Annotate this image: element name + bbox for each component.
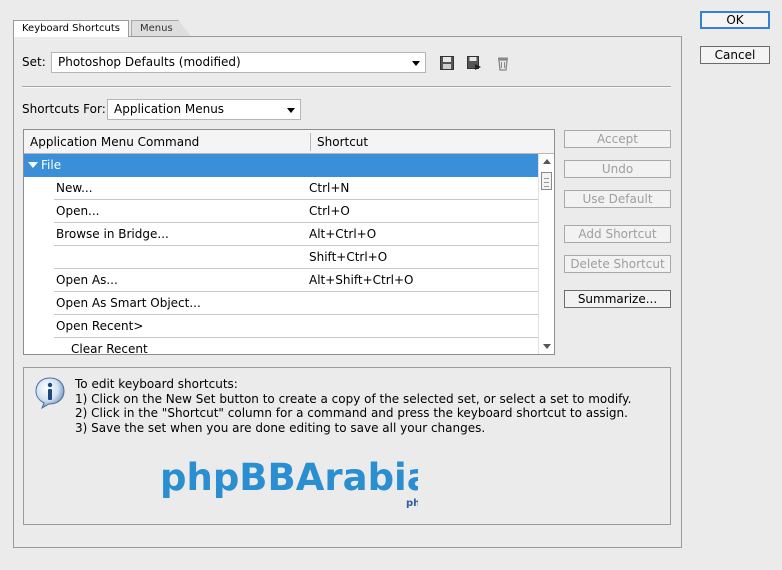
scroll-up-arrow-icon[interactable] [543,159,551,164]
tab-keyboard-shortcuts[interactable]: Keyboard Shortcuts [13,20,129,37]
set-value: Photoshop Defaults (modified) [58,55,241,69]
set-dropdown[interactable]: Photoshop Defaults (modified) [51,52,426,73]
info-icon [35,377,65,410]
undo-button[interactable]: Undo [564,160,671,178]
cancel-button[interactable]: Cancel [700,46,770,64]
column-divider [310,133,311,151]
shortcuts-table: Application Menu Command Shortcut File N… [23,129,555,355]
delete-icon[interactable] [495,55,511,71]
table-row[interactable]: Open As Smart Object... [24,292,538,315]
command-cell: Open Recent> [56,319,144,333]
watermark-tagline: الدعم العربي لمنتديات phpBB [406,498,418,508]
divider [22,86,671,88]
instructions-step-1: 1) Click on the New Set button to create… [75,391,632,406]
shortcuts-for-label: Shortcuts For: [22,102,106,116]
add-shortcut-button[interactable]: Add Shortcut [564,225,671,243]
command-cell: Open As Smart Object... [56,296,201,310]
table-row[interactable]: Clear Recent [24,338,538,355]
chevron-down-icon [412,61,420,66]
column-header-shortcut[interactable]: Shortcut [317,130,368,154]
watermark-logo-text: phpBBArabia [160,456,418,499]
tab-menus[interactable]: Menus [131,20,192,37]
command-cell: New... [56,181,93,195]
instructions-step-2: 2) Click in the "Shortcut" column for a … [75,406,628,420]
set-label: Set: [22,55,46,69]
expand-triangle-icon[interactable] [28,162,38,168]
command-cell: Clear Recent [71,342,148,355]
table-row[interactable]: Browse in Bridge... Alt+Ctrl+O [24,223,538,246]
command-cell: Open As... [56,273,118,287]
instructions-text: To edit keyboard shortcuts: 1) Click on … [75,377,631,435]
shortcut-cell[interactable]: Shift+Ctrl+O [309,246,387,268]
shortcuts-for-dropdown[interactable]: Application Menus [107,99,301,120]
use-default-button[interactable]: Use Default [564,190,671,208]
shortcut-cell[interactable]: Ctrl+N [309,177,349,199]
summarize-button[interactable]: Summarize... [564,290,671,308]
phpbbarabia-watermark-logo: phpBBArabia الدعم العربي لمنتديات phpBB [160,456,418,508]
scroll-down-arrow-icon[interactable] [543,344,551,349]
delete-shortcut-button[interactable]: Delete Shortcut [564,255,671,273]
table-header: Application Menu Command Shortcut [24,130,554,154]
table-row[interactable]: Open Recent> [24,315,538,338]
shortcut-cell[interactable]: Alt+Shift+Ctrl+O [309,269,413,291]
ok-button[interactable]: OK [700,11,770,29]
chevron-down-icon [287,108,295,113]
table-row[interactable]: Shift+Ctrl+O [24,246,538,269]
save-icon[interactable] [439,55,455,71]
group-label: File [41,158,62,172]
accept-button[interactable]: Accept [564,130,671,148]
column-header-command[interactable]: Application Menu Command [30,130,199,154]
table-row[interactable]: Open As... Alt+Shift+Ctrl+O [24,269,538,292]
instructions-step-3: 3) Save the set when you are done editin… [75,420,486,435]
table-row[interactable]: Open... Ctrl+O [24,200,538,223]
shortcuts-for-value: Application Menus [114,102,225,116]
command-cell: Open... [56,204,100,218]
table-body: File New... Ctrl+N Open... Ctrl+O Browse… [24,154,538,355]
instructions-heading: To edit keyboard shortcuts: [75,377,238,391]
instructions-box: To edit keyboard shortcuts: 1) Click on … [23,367,671,525]
command-cell: Browse in Bridge... [56,227,169,241]
keyboard-shortcuts-panel: Set: Photoshop Defaults (modified) Short… [13,36,682,548]
save-as-icon[interactable] [466,55,482,71]
vertical-scrollbar[interactable] [538,154,554,354]
shortcut-cell[interactable]: Ctrl+O [309,200,350,222]
tab-bar: Keyboard Shortcuts Menus [13,20,682,37]
scroll-thumb[interactable] [541,172,552,190]
shortcut-cell[interactable]: Alt+Ctrl+O [309,223,376,245]
table-row-file-group[interactable]: File [24,154,538,177]
table-row[interactable]: New... Ctrl+N [24,177,538,200]
